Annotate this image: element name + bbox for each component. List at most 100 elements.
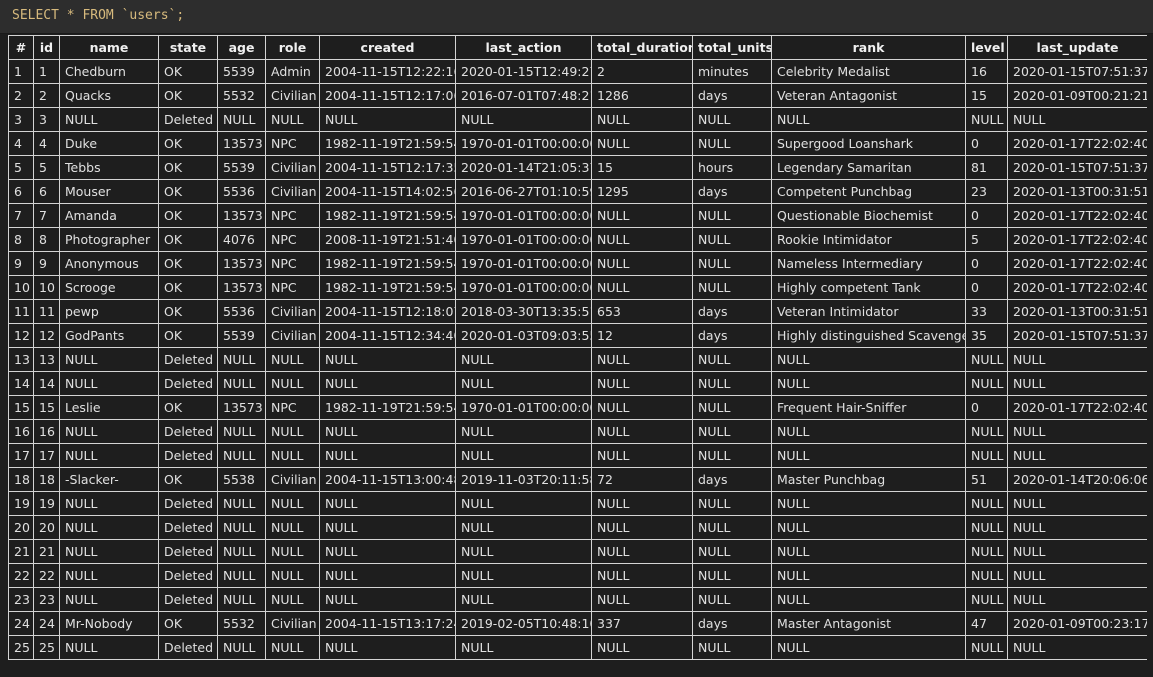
table-cell[interactable]: 2020-01-13T00:31:51	[1007, 299, 1147, 324]
table-cell[interactable]: NULL	[455, 491, 592, 516]
table-row[interactable]: 3 3 NULL Deleted NULL NULL NULL NULL NULL NULL NUL…	[8, 107, 1147, 132]
table-cell[interactable]: 21	[33, 539, 60, 564]
table-cell[interactable]: 2004-11-15T12:34:40	[319, 323, 456, 348]
column-header-state[interactable]: state	[158, 35, 218, 60]
table-cell[interactable]: 12	[591, 323, 693, 348]
table-cell[interactable]: 21	[8, 539, 34, 564]
table-cell[interactable]: Supergood Loanshark	[771, 131, 966, 156]
table-cell[interactable]: NULL	[217, 371, 266, 396]
table-cell[interactable]: NULL	[217, 515, 266, 540]
table-cell[interactable]: NULL	[319, 491, 456, 516]
table-cell[interactable]: Questionable Biochemist	[771, 203, 966, 228]
table-cell[interactable]: OK	[158, 203, 218, 228]
table-cell[interactable]: NULL	[59, 563, 159, 588]
table-cell[interactable]: 2008-11-19T21:51:40	[319, 227, 456, 252]
table-cell[interactable]: 2020-01-15T07:51:37	[1007, 155, 1147, 180]
table-row[interactable]: 13 13 NULL Deleted NULL NULL NULL NULL NULL NULL N…	[8, 347, 1147, 372]
table-cell[interactable]: OK	[158, 59, 218, 84]
table-cell[interactable]: NULL	[965, 515, 1008, 540]
table-cell[interactable]: 1970-01-01T00:00:00	[455, 395, 592, 420]
table-cell[interactable]: NULL	[771, 635, 966, 660]
table-cell[interactable]: 11	[33, 299, 60, 324]
table-cell[interactable]: GodPants	[59, 323, 159, 348]
table-cell[interactable]: 1970-01-01T00:00:00	[455, 275, 592, 300]
table-cell[interactable]: 24	[33, 611, 60, 636]
table-cell[interactable]: Tebbs	[59, 155, 159, 180]
table-cell[interactable]: NPC	[265, 203, 320, 228]
table-row[interactable]: 18 18 -Slacker- OK 5538 Civilian 2004-11-15T13…	[8, 467, 1147, 492]
table-cell[interactable]: 2020-01-09T00:21:21	[1007, 83, 1147, 108]
column-header-row-number[interactable]: #	[8, 35, 34, 60]
table-cell[interactable]: Civilian	[265, 83, 320, 108]
table-cell[interactable]: NULL	[591, 371, 693, 396]
table-cell[interactable]: 2020-01-14T21:05:37	[455, 155, 592, 180]
table-cell[interactable]: NULL	[319, 419, 456, 444]
table-cell[interactable]: 1970-01-01T00:00:00	[455, 251, 592, 276]
table-cell[interactable]: 23	[33, 587, 60, 612]
table-cell[interactable]: NULL	[692, 131, 772, 156]
table-cell[interactable]: NULL	[265, 563, 320, 588]
table-cell[interactable]: 2004-11-15T12:17:06	[319, 83, 456, 108]
table-cell[interactable]: OK	[158, 83, 218, 108]
table-cell[interactable]: 72	[591, 467, 693, 492]
table-cell[interactable]: 1982-11-19T21:59:54	[319, 251, 456, 276]
table-cell[interactable]: Civilian	[265, 155, 320, 180]
table-cell[interactable]: 2020-01-17T22:02:40	[1007, 251, 1147, 276]
table-cell[interactable]: 2020-01-17T22:02:40	[1007, 203, 1147, 228]
table-cell[interactable]: 18	[33, 467, 60, 492]
table-cell[interactable]: Chedburn	[59, 59, 159, 84]
table-cell[interactable]: NULL	[591, 251, 693, 276]
table-cell[interactable]: NULL	[591, 443, 693, 468]
table-cell[interactable]: OK	[158, 323, 218, 348]
table-cell[interactable]: Competent Punchbag	[771, 179, 966, 204]
table-cell[interactable]: OK	[158, 395, 218, 420]
table-cell[interactable]: NULL	[771, 347, 966, 372]
table-row[interactable]: 1 1 Chedburn OK 5539 Admin 2004-11-15T12:22:16…	[8, 59, 1147, 84]
table-cell[interactable]: 0	[965, 275, 1008, 300]
table-cell[interactable]: NULL	[1007, 347, 1147, 372]
table-cell[interactable]: 10	[8, 275, 34, 300]
table-cell[interactable]: NULL	[965, 587, 1008, 612]
table-cell[interactable]: 5539	[217, 59, 266, 84]
table-cell[interactable]: NULL	[591, 515, 693, 540]
table-cell[interactable]: NPC	[265, 131, 320, 156]
table-cell[interactable]: NULL	[217, 491, 266, 516]
table-cell[interactable]: 1970-01-01T00:00:00	[455, 131, 592, 156]
table-cell[interactable]: 4	[33, 131, 60, 156]
table-cell[interactable]: 25	[33, 635, 60, 660]
table-cell[interactable]: NULL	[59, 491, 159, 516]
table-cell[interactable]: NULL	[265, 371, 320, 396]
table-cell[interactable]: -Slacker-	[59, 467, 159, 492]
table-row[interactable]: 11 11 pewp OK 5536 Civilian 2004-11-15T12:18:0…	[8, 299, 1147, 324]
table-cell[interactable]: NULL	[265, 443, 320, 468]
table-cell[interactable]: NULL	[59, 443, 159, 468]
table-cell[interactable]: Deleted	[158, 107, 218, 132]
table-cell[interactable]: 13573	[217, 275, 266, 300]
table-cell[interactable]: days	[692, 467, 772, 492]
table-cell[interactable]: 10	[33, 275, 60, 300]
table-cell[interactable]: Nameless Intermediary	[771, 251, 966, 276]
table-row[interactable]: 25 25 NULL Deleted NULL NULL NULL NULL NULL NULL N…	[8, 635, 1147, 660]
table-cell[interactable]: NULL	[59, 587, 159, 612]
table-cell[interactable]: OK	[158, 131, 218, 156]
table-cell[interactable]: NULL	[692, 251, 772, 276]
table-cell[interactable]: Deleted	[158, 371, 218, 396]
table-cell[interactable]: 6	[8, 179, 34, 204]
table-cell[interactable]: 7	[33, 203, 60, 228]
table-cell[interactable]: NULL	[591, 347, 693, 372]
table-cell[interactable]: OK	[158, 227, 218, 252]
table-row[interactable]: 2 2 Quacks OK 5532 Civilian 2004-11-15T12:17:0…	[8, 83, 1147, 108]
table-cell[interactable]: days	[692, 179, 772, 204]
table-cell[interactable]: 5	[8, 155, 34, 180]
table-row[interactable]: 17 17 NULL Deleted NULL NULL NULL NULL NULL NULL N…	[8, 443, 1147, 468]
table-cell[interactable]: Veteran Intimidator	[771, 299, 966, 324]
table-cell[interactable]: 15	[33, 395, 60, 420]
table-cell[interactable]: NULL	[1007, 491, 1147, 516]
table-cell[interactable]: Rookie Intimidator	[771, 227, 966, 252]
table-cell[interactable]: 13573	[217, 131, 266, 156]
table-cell[interactable]: 12	[33, 323, 60, 348]
table-cell[interactable]: Mouser	[59, 179, 159, 204]
table-cell[interactable]: 12	[8, 323, 34, 348]
table-cell[interactable]: NULL	[455, 419, 592, 444]
table-cell[interactable]: NULL	[591, 395, 693, 420]
